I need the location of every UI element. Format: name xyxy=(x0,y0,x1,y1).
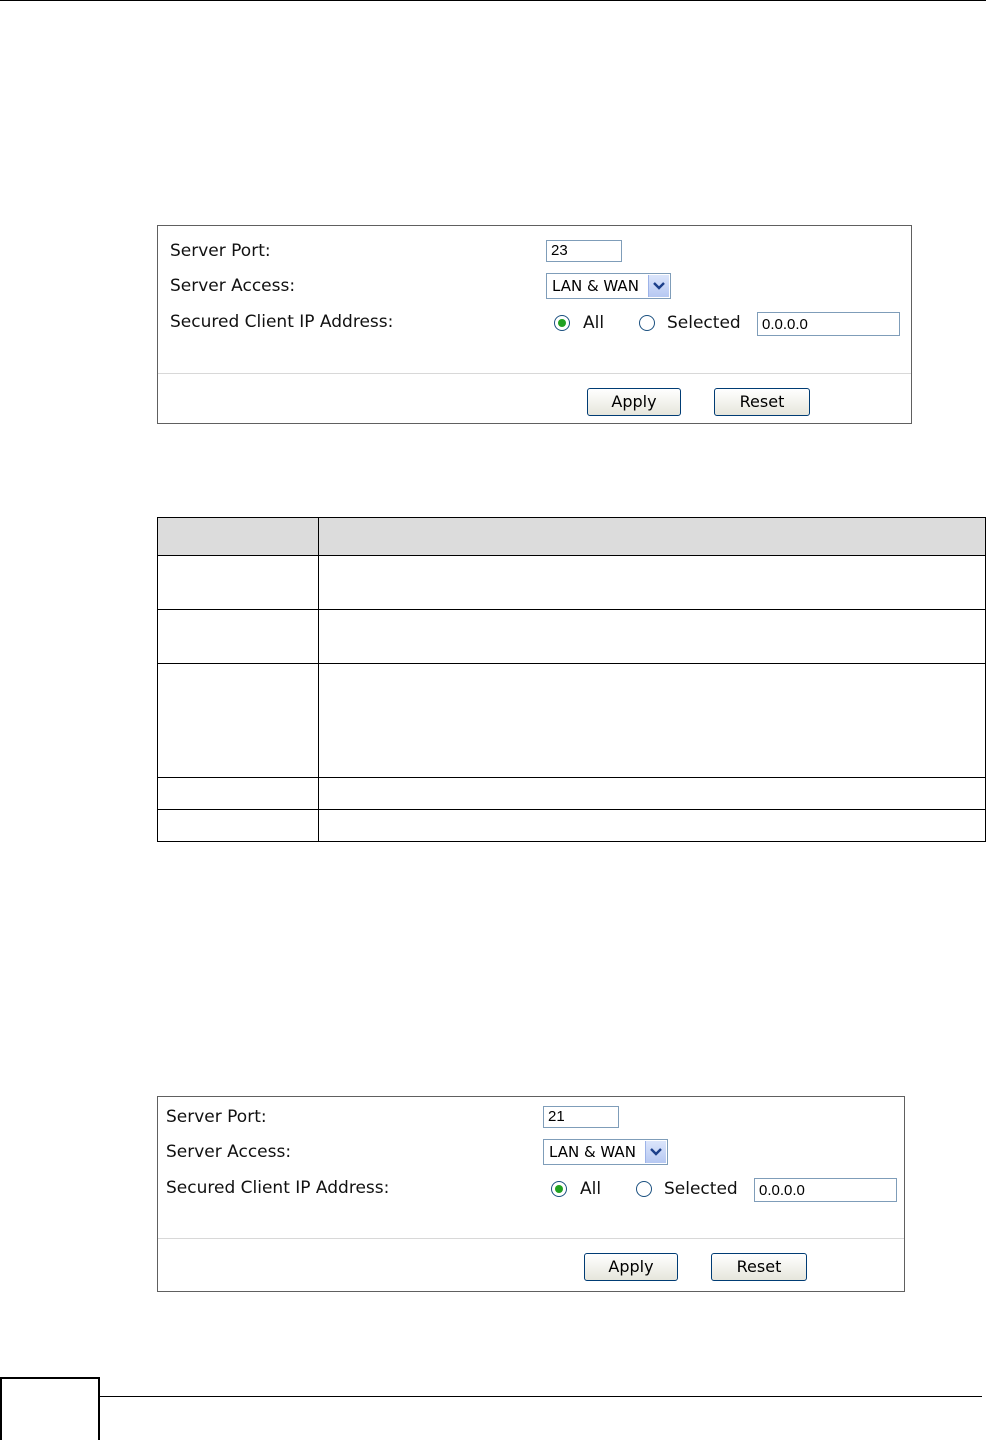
server-port-label: Server Port: xyxy=(170,241,271,261)
dropdown-button[interactable] xyxy=(645,1141,666,1163)
dropdown-button[interactable] xyxy=(648,275,669,297)
secured-client-ip-label: Secured Client IP Address: xyxy=(170,312,394,332)
reset-button[interactable]: Reset xyxy=(711,1253,807,1281)
panel-divider xyxy=(158,1238,904,1239)
chevron-down-icon xyxy=(653,282,665,290)
table-cell xyxy=(318,555,986,610)
radio-selected-label: Selected xyxy=(664,1179,738,1199)
reset-button[interactable]: Reset xyxy=(714,388,810,416)
radio-all[interactable] xyxy=(551,1181,567,1197)
table-cell xyxy=(318,777,986,810)
table-cell xyxy=(157,809,319,842)
radio-selected[interactable] xyxy=(636,1181,652,1197)
table-row xyxy=(157,777,986,810)
server-access-select[interactable]: LAN & WAN xyxy=(546,273,671,299)
server-port-input[interactable] xyxy=(543,1106,619,1128)
table-row xyxy=(157,663,986,778)
client-ip-input[interactable] xyxy=(757,312,900,336)
radio-all-label: All xyxy=(580,1179,602,1199)
field-description-table xyxy=(157,517,986,842)
table-cell xyxy=(157,663,319,778)
radio-all[interactable] xyxy=(554,315,570,331)
radio-selected-label: Selected xyxy=(667,313,741,333)
server-port-input[interactable] xyxy=(546,240,622,262)
server-access-label: Server Access: xyxy=(166,1142,292,1162)
panel-divider xyxy=(158,373,911,374)
secured-client-ip-label: Secured Client IP Address: xyxy=(166,1178,390,1198)
radio-selected[interactable] xyxy=(639,315,655,331)
table-header-row xyxy=(157,517,986,556)
page-number-box xyxy=(0,1377,100,1440)
radio-checked-icon xyxy=(558,319,566,327)
table-cell xyxy=(318,663,986,778)
table-cell xyxy=(318,809,986,842)
telnet-settings-panel: Server Port: Server Access: LAN & WAN Se… xyxy=(157,225,912,424)
chevron-down-icon xyxy=(650,1148,662,1156)
server-access-value: LAN & WAN xyxy=(552,277,639,295)
table-cell xyxy=(157,777,319,810)
footer-rule xyxy=(100,1396,982,1397)
table-cell xyxy=(157,609,319,664)
server-access-select[interactable]: LAN & WAN xyxy=(543,1139,668,1165)
ftp-settings-panel: Server Port: Server Access: LAN & WAN Se… xyxy=(157,1096,905,1292)
table-cell xyxy=(318,609,986,664)
client-ip-input[interactable] xyxy=(754,1178,897,1202)
table-row xyxy=(157,609,986,664)
server-access-value: LAN & WAN xyxy=(549,1143,636,1161)
table-row xyxy=(157,809,986,842)
table-cell xyxy=(157,555,319,610)
server-access-label: Server Access: xyxy=(170,276,296,296)
radio-checked-icon xyxy=(555,1185,563,1193)
apply-button[interactable]: Apply xyxy=(587,388,681,416)
apply-button[interactable]: Apply xyxy=(584,1253,678,1281)
table-row xyxy=(157,555,986,610)
table-header-cell xyxy=(157,517,319,556)
header-rule xyxy=(0,0,986,1)
table-header-cell xyxy=(318,517,986,556)
server-port-label: Server Port: xyxy=(166,1107,267,1127)
radio-all-label: All xyxy=(583,313,605,333)
